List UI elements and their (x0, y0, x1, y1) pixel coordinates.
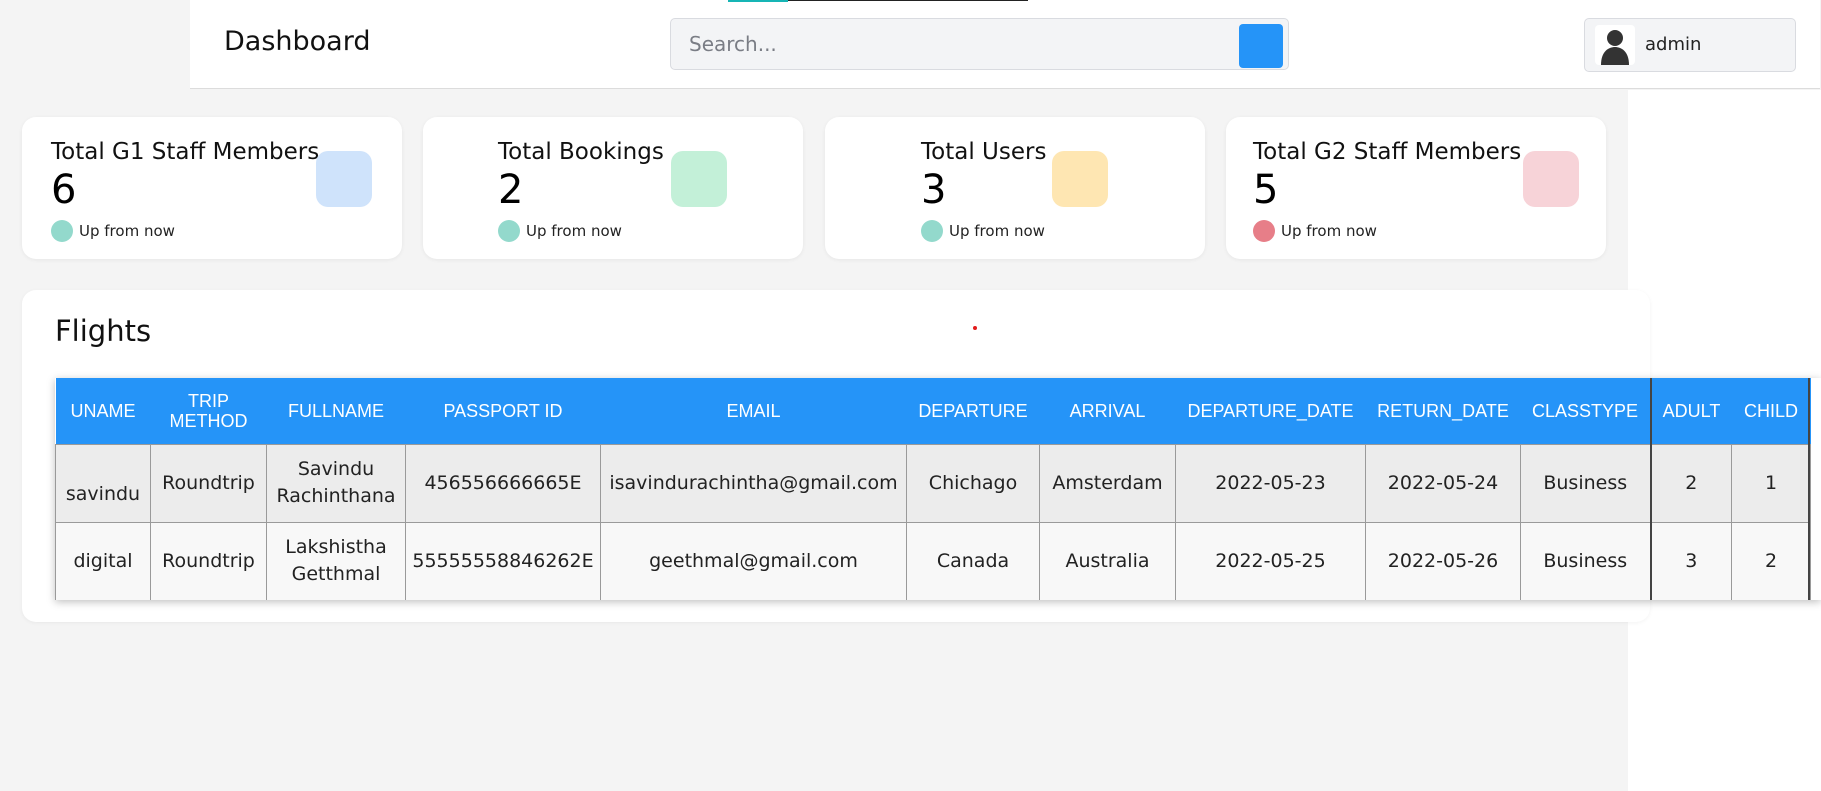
stat-icon (671, 151, 727, 207)
table-cell: Amsterdam (1039, 443, 1176, 523)
red-dot-marker (973, 326, 977, 330)
table-row[interactable]: savindu Roundtrip Savindu Rachinthana 45… (55, 443, 1811, 523)
column-header[interactable]: CLASSTYPE (1520, 378, 1651, 444)
table-cell: 55555558846262E (405, 521, 601, 600)
column-header[interactable]: FULLNAME (266, 378, 406, 444)
table-cell: Australia (1039, 521, 1176, 600)
table-cell: Lakshistha Getthmal (266, 521, 406, 600)
stat-card-g1-staff: Total G1 Staff Members 6 Up from now (22, 117, 402, 259)
table-cell: 456556666665E (405, 443, 601, 523)
trend-dot-icon (1253, 220, 1275, 242)
table-cell: Business (1520, 443, 1651, 523)
stat-card-bookings: Total Bookings 2 Up from now (423, 117, 803, 259)
stat-title: Total G2 Staff Members (1253, 139, 1522, 165)
column-header[interactable]: ARRIVAL (1039, 378, 1176, 444)
column-header[interactable]: UNAME (55, 378, 151, 444)
stat-title: Total Users (921, 139, 1047, 165)
table-cell: geethmal@gmail.com (600, 521, 907, 600)
column-header[interactable]: EMAIL (600, 378, 907, 444)
column-header[interactable]: PASSPORT ID (405, 378, 601, 444)
stat-value: 6 (51, 167, 77, 213)
table-cell: isavindurachintha@gmail.com (600, 443, 907, 523)
table-cell: Roundtrip (150, 521, 267, 600)
table-cell: Canada (906, 521, 1040, 600)
stat-icon (316, 151, 372, 207)
table-cell: 3 (1649, 521, 1732, 600)
user-name: admin (1645, 34, 1702, 55)
table-cell: digital (55, 521, 151, 600)
column-header[interactable]: ADULT (1649, 378, 1732, 444)
column-header[interactable]: CHILD (1731, 378, 1811, 444)
stat-icon (1052, 151, 1108, 207)
search-button[interactable] (1239, 24, 1283, 68)
stat-value: 3 (921, 167, 947, 213)
stat-value: 5 (1253, 167, 1279, 213)
stat-title: Total Bookings (498, 139, 664, 165)
trend-dot-icon (921, 220, 943, 242)
table-row[interactable]: digital Roundtrip Lakshistha Getthmal 55… (55, 521, 1811, 600)
table-cell: 2 (1649, 443, 1732, 523)
table-cell: 2022-05-24 (1365, 443, 1521, 523)
column-header[interactable]: DEPARTURE (906, 378, 1040, 444)
column-header[interactable]: TRIP METHOD (150, 378, 267, 444)
stat-subtext: Up from now (526, 222, 622, 240)
table-cell: Roundtrip (150, 443, 267, 523)
table-cell: 2022-05-26 (1365, 521, 1521, 600)
page-title: Dashboard (224, 26, 371, 57)
top-bar: Dashboard admin (190, 0, 1820, 89)
search-box (670, 18, 1289, 70)
stat-value: 2 (498, 167, 524, 213)
stat-icon (1523, 151, 1579, 207)
table-cell: 2022-05-23 (1175, 443, 1366, 523)
stat-subtext: Up from now (1281, 222, 1377, 240)
table-cell: savindu (55, 443, 151, 523)
stat-card-g2-staff: Total G2 Staff Members 5 Up from now (1226, 117, 1606, 259)
table-cell: Chichago (906, 443, 1040, 523)
flights-title: Flights (55, 314, 152, 348)
table-cell: Business (1520, 521, 1651, 600)
stat-subtext: Up from now (949, 222, 1045, 240)
trend-dot-icon (51, 220, 73, 242)
stat-title: Total G1 Staff Members (51, 139, 320, 165)
table-right-border (1808, 378, 1810, 600)
search-input[interactable] (671, 19, 1231, 69)
column-header[interactable]: RETURN_DATE (1365, 378, 1521, 444)
user-avatar-icon (1595, 25, 1635, 65)
trend-dot-icon (498, 220, 520, 242)
stat-subtext: Up from now (79, 222, 175, 240)
column-header[interactable]: DEPARTURE_DATE (1175, 378, 1366, 444)
table-header-row: UNAME TRIP METHOD FULLNAME PASSPORT ID E… (55, 378, 1811, 444)
user-menu[interactable]: admin (1584, 18, 1796, 72)
flights-table-container: UNAME TRIP METHOD FULLNAME PASSPORT ID E… (55, 378, 1821, 600)
flights-table: UNAME TRIP METHOD FULLNAME PASSPORT ID E… (55, 378, 1811, 600)
table-cell: Savindu Rachinthana (266, 443, 406, 523)
table-cell: 2 (1731, 521, 1811, 600)
table-cell: 1 (1731, 443, 1811, 523)
table-cell: 2022-05-25 (1175, 521, 1366, 600)
stat-card-users: Total Users 3 Up from now (825, 117, 1205, 259)
top-accent-indicator (728, 0, 788, 2)
